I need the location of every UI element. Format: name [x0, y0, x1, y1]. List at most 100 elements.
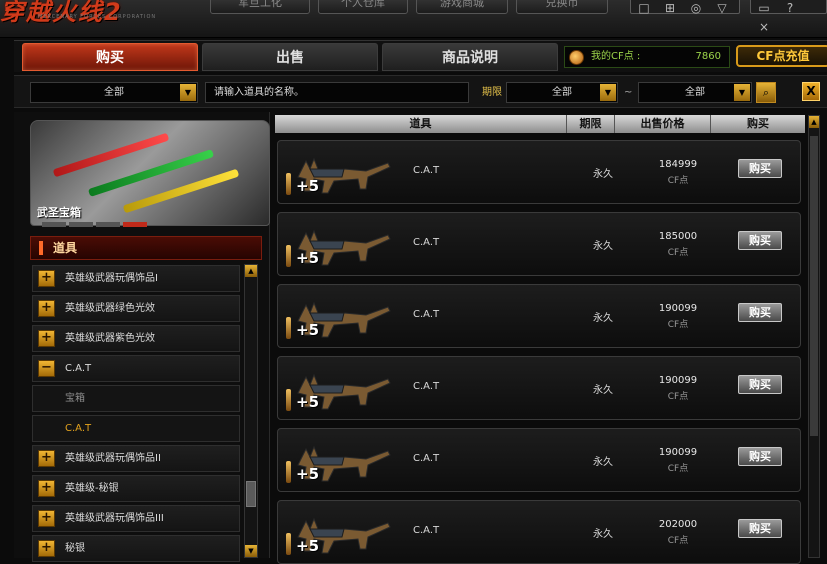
chevron-down-icon[interactable]: ▼ [734, 84, 750, 101]
main-scrollbar[interactable]: ▲ [808, 115, 820, 558]
top-nav-1[interactable]: 军旦工化 [210, 0, 310, 14]
item-price-unit: CF点 [667, 176, 689, 186]
tree-item[interactable]: + 英雄级武器紫色光效 [32, 325, 240, 352]
tree-item[interactable]: + 英雄级武器绿色光效 [32, 295, 240, 322]
expand-icon[interactable]: + [38, 330, 55, 347]
top-bar: 穿越火线2 MERCENARY FORCES CORPORATION 军旦工化 … [0, 0, 827, 38]
buy-button[interactable]: 购买 [738, 303, 782, 322]
scroll-thumb[interactable] [810, 136, 818, 436]
cf-points-display: 我的CF点 : 7860 [564, 46, 730, 68]
expand-icon[interactable]: + [38, 270, 55, 287]
buy-button[interactable]: 购买 [738, 159, 782, 178]
category-select[interactable]: 全部 ▼ [30, 82, 198, 103]
expand-icon[interactable]: + [38, 540, 55, 557]
tree-item-label: 英雄级武器玩偶饰品I [65, 273, 158, 284]
item-name: C.A.T [413, 381, 440, 392]
search-icon: ⌕ [762, 86, 770, 99]
col-term: 期限 [567, 115, 615, 133]
promo-banner[interactable]: 武圣宝箱 [30, 120, 270, 226]
quantity-badge: +5 [296, 465, 320, 483]
term-from-value: 全部 [552, 87, 572, 98]
category-header-label: 道具 [53, 241, 78, 255]
scroll-thumb[interactable] [246, 481, 256, 507]
expand-icon[interactable]: + [38, 450, 55, 467]
top-nav-3[interactable]: 游戏商城 [416, 0, 508, 14]
tree-item-label: 英雄级武器绿色光效 [65, 303, 155, 314]
table-row: +5 C.A.T 永久 185000 CF点 购买 [277, 212, 801, 276]
scroll-up-icon[interactable]: ▲ [809, 116, 819, 128]
scroll-up-icon[interactable]: ▲ [245, 265, 257, 277]
item-name: C.A.T [413, 309, 440, 320]
item-price: 202000 [658, 519, 698, 530]
close-button[interactable]: X [802, 82, 820, 101]
expand-icon[interactable]: + [38, 300, 55, 317]
term-label: 期限 [482, 87, 502, 98]
tree-item[interactable]: − C.A.T [32, 355, 240, 382]
top-nav-4[interactable]: 兑换币 [516, 0, 608, 14]
sidebar-scrollbar[interactable]: ▲ ▼ [244, 264, 258, 558]
ammo-icon [286, 245, 291, 267]
buy-button[interactable]: 购买 [738, 375, 782, 394]
category-sidebar: 武圣宝箱 道具 + 英雄级武器玩偶饰品I + 英雄级武器绿色光效 + 英雄级武器… [14, 112, 270, 562]
tab-buy[interactable]: 购买 [22, 43, 198, 71]
recharge-button[interactable]: CF点充值 [736, 45, 827, 67]
tab-sell[interactable]: 出售 [202, 43, 378, 71]
term-from-select[interactable]: 全部 ▼ [506, 82, 618, 103]
search-button[interactable]: ⌕ [756, 82, 776, 103]
buy-button[interactable]: 购买 [738, 231, 782, 250]
expand-icon[interactable]: + [38, 510, 55, 527]
window-icon[interactable]: □ [631, 0, 657, 16]
tree-item[interactable]: + 英雄级武器玩偶饰品III [32, 505, 240, 532]
category-header: 道具 [30, 236, 262, 260]
item-price: 190099 [658, 375, 698, 386]
term-to-value: 全部 [685, 87, 705, 98]
collapse-icon[interactable]: − [38, 360, 55, 377]
tree-item-label: 英雄级武器玩偶饰品III [65, 513, 164, 524]
tree-subitem-selected[interactable]: C.A.T [32, 415, 240, 442]
promo-page-dot[interactable] [69, 222, 93, 227]
tree-item[interactable]: + 英雄级武器玩偶饰品I [32, 265, 240, 292]
ammo-icon [286, 533, 291, 555]
buy-button[interactable]: 购买 [738, 519, 782, 538]
table-row: +5 C.A.T 永久 184999 CF点 购买 [277, 140, 801, 204]
filter-row: 全部 ▼ 请输入道具的名称。 期限 全部 ▼ ~ 全部 ▼ ⌕ X [14, 75, 827, 108]
table-row: +5 C.A.T 永久 202000 CF点 购买 [277, 500, 801, 564]
tree-item-label: 英雄级-秘银 [65, 483, 119, 494]
item-name: C.A.T [413, 237, 440, 248]
close-window-icon[interactable]: × [751, 19, 777, 35]
help-icon[interactable]: ? [777, 0, 803, 16]
top-nav-2[interactable]: 个人仓库 [318, 0, 408, 14]
item-price: 190099 [658, 303, 698, 314]
item-price: 185000 [658, 231, 698, 242]
item-term: 永久 [593, 529, 613, 540]
target-icon[interactable]: ◎ [683, 0, 709, 16]
category-select-value: 全部 [104, 87, 124, 98]
table-header: 道具 期限 出售价格 购买 [275, 115, 805, 133]
chevron-down-icon[interactable]: ▼ [600, 84, 616, 101]
grid-icon[interactable]: ⊞ [657, 0, 683, 16]
quantity-badge: +5 [296, 393, 320, 411]
search-input[interactable]: 请输入道具的名称。 [205, 82, 469, 103]
dropdown-icon[interactable]: ▽ [709, 0, 735, 16]
table-row: +5 C.A.T 永久 190099 CF点 购买 [277, 284, 801, 348]
term-to-select[interactable]: 全部 ▼ [638, 82, 752, 103]
col-price: 出售价格 [615, 115, 711, 133]
promo-page-dot[interactable] [42, 222, 66, 227]
range-separator: ~ [624, 87, 633, 98]
item-name: C.A.T [413, 525, 440, 536]
tree-subitem[interactable]: 宝箱 [32, 385, 240, 412]
item-term: 永久 [593, 241, 613, 252]
promo-page-dot[interactable] [96, 222, 120, 227]
ammo-icon [286, 317, 291, 339]
promo-page-dot-active[interactable] [123, 222, 147, 227]
tab-description[interactable]: 商品说明 [382, 43, 558, 71]
tree-item[interactable]: + 英雄级武器玩偶饰品II [32, 445, 240, 472]
expand-icon[interactable]: + [38, 480, 55, 497]
minimize-icon[interactable]: ▭ [751, 0, 777, 16]
item-price-unit: CF点 [667, 248, 689, 258]
scroll-down-icon[interactable]: ▼ [245, 545, 257, 557]
buy-button[interactable]: 购买 [738, 447, 782, 466]
tree-item-label: C.A.T [65, 363, 92, 374]
chevron-down-icon[interactable]: ▼ [180, 84, 196, 101]
tree-item[interactable]: + 英雄级-秘银 [32, 475, 240, 502]
